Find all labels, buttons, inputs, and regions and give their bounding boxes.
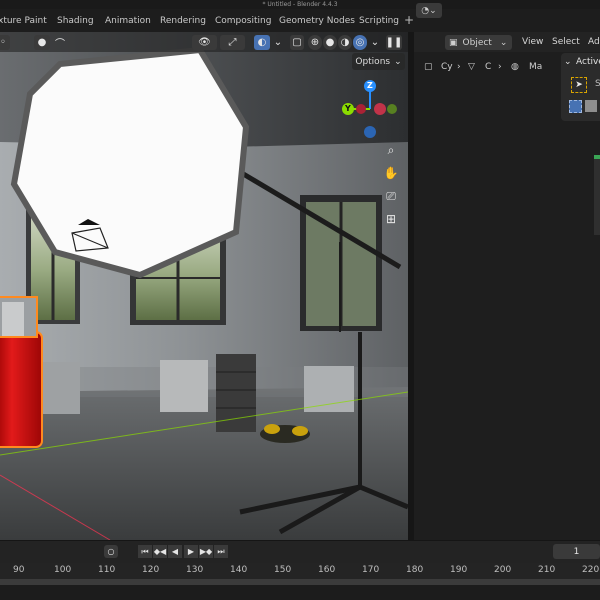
play-reverse-icon[interactable]: ◀ <box>168 545 182 558</box>
shading-material-icon[interactable]: ◑ <box>338 35 352 50</box>
object-mode-label: Object <box>462 37 492 48</box>
frame-tick: 170 <box>362 565 380 575</box>
tab-texture-paint[interactable]: xture Paint <box>0 16 47 26</box>
tab-animation[interactable]: Animation <box>105 16 151 26</box>
breadcrumb-scene[interactable]: Cy <box>441 62 453 72</box>
jump-end-icon[interactable]: ⏭ <box>214 545 228 558</box>
frame-tick: 210 <box>538 565 556 575</box>
chevron-right-icon: › <box>498 62 502 72</box>
gizmo-dropdown[interactable]: ⤢ <box>220 35 245 50</box>
workspace-tabs: xture Paint Shading Animation Rendering … <box>0 9 600 32</box>
collapse-icon[interactable]: ⌄ <box>564 57 572 67</box>
hand-icon[interactable]: ✋ <box>381 163 401 183</box>
title-bar: * Untitled - Blender 4.4.3 <box>0 0 600 9</box>
scene-icon: ▢ <box>424 62 433 72</box>
tab-compositing[interactable]: Compositing <box>215 16 271 26</box>
current-frame-field[interactable]: 1 <box>553 544 600 559</box>
shading-wireframe-icon[interactable]: ⊕ <box>308 35 322 50</box>
object-mode-dropdown[interactable]: ▣ Object ⌄ <box>445 35 512 50</box>
shading-solid-icon[interactable]: ● <box>323 35 337 50</box>
active-panel-title: Active <box>576 57 600 67</box>
options-label: Options <box>355 56 391 67</box>
object-data-icon: ▽ <box>468 62 475 72</box>
material-icon: ◍ <box>511 62 519 72</box>
overlay-dropdown-icon[interactable]: ⌄ <box>272 35 284 50</box>
chevron-down-icon: ⌄ <box>499 37 508 48</box>
frame-tick: 180 <box>406 565 424 575</box>
shading-dropdown-icon[interactable]: ⌄ <box>369 35 381 50</box>
play-icon[interactable]: ▶ <box>184 545 198 558</box>
tab-shading[interactable]: Shading <box>57 16 94 26</box>
camera-icon[interactable]: ⎚ <box>381 186 401 206</box>
select-tool-icon[interactable]: ➤ <box>571 77 587 93</box>
selection-mode-alt-icon[interactable] <box>585 100 597 112</box>
frame-tick: 130 <box>186 565 204 575</box>
editor-type-icon[interactable]: ◔⌄ <box>416 3 442 18</box>
active-tool-panel: ⌄ Active ➤ S <box>561 53 600 121</box>
frame-tick: 90 <box>13 565 25 575</box>
xray-icon[interactable]: ◦ <box>0 35 10 50</box>
frame-tick: 150 <box>274 565 292 575</box>
frame-tick: 100 <box>54 565 72 575</box>
visibility-dropdown[interactable]: 👁 <box>192 35 217 50</box>
window-title: * Untitled - Blender 4.4.3 <box>262 1 338 8</box>
chevron-right-icon: › <box>457 62 461 72</box>
tab-scripting[interactable]: Scripting <box>359 16 399 26</box>
shader-node[interactable] <box>594 155 600 235</box>
shading-rendered-icon[interactable]: ◎ <box>353 35 367 50</box>
options-dropdown[interactable]: Options ⌄ <box>352 53 405 70</box>
gizmo-z-label: Z <box>367 81 373 90</box>
timeline-scrollbar[interactable] <box>0 579 600 585</box>
breadcrumb-object[interactable]: C <box>485 62 491 72</box>
breadcrumb-material[interactable]: Ma <box>529 62 542 72</box>
frame-tick: 160 <box>318 565 336 575</box>
chevron-down-icon: ⌄ <box>394 56 402 67</box>
pause-render-icon[interactable]: ❚❚ <box>386 35 402 50</box>
frame-tick: 120 <box>142 565 160 575</box>
viewport-header: ◦ ● ⌒ 👁 ⤢ ◐ ⌄ ▢ ⊕ ● ◑ ◎ ⌄ ❚❚ <box>0 32 408 52</box>
timeline-track[interactable] <box>0 579 600 600</box>
gizmo-y-label: Y <box>345 104 351 113</box>
jump-start-icon[interactable]: ⏮ <box>138 545 152 558</box>
frame-tick: 190 <box>450 565 468 575</box>
menu-add[interactable]: Ad <box>588 37 600 47</box>
timeline-header <box>0 540 600 563</box>
falloff-icon[interactable]: ⌒ <box>52 35 68 50</box>
frame-tick: 200 <box>494 565 512 575</box>
frame-tick: 220 <box>582 565 600 575</box>
frame-tick: 110 <box>98 565 116 575</box>
object-icon: ▣ <box>449 37 458 48</box>
frame-tick: 140 <box>230 565 248 575</box>
proportional-edit-icon[interactable]: ● <box>34 35 50 50</box>
selection-mode-icon[interactable] <box>569 100 582 113</box>
prev-keyframe-icon[interactable]: ◆◀ <box>153 545 167 558</box>
next-keyframe-icon[interactable]: ▶◆ <box>199 545 213 558</box>
add-workspace-button[interactable]: + <box>404 13 414 27</box>
xray-toggle-icon[interactable]: ▢ <box>290 35 304 50</box>
zoom-icon[interactable]: ⌕ <box>381 140 401 160</box>
grid-icon[interactable]: ⊞ <box>381 209 401 229</box>
active-panel-item: S <box>595 79 600 89</box>
tab-geometry-nodes[interactable]: Geometry Nodes <box>279 16 355 26</box>
overlay-toggle-icon[interactable]: ◐ <box>254 35 270 50</box>
menu-view[interactable]: View <box>522 37 543 47</box>
tab-rendering[interactable]: Rendering <box>160 16 206 26</box>
auto-keying-icon[interactable]: ○ <box>104 545 118 558</box>
menu-select[interactable]: Select <box>552 37 580 47</box>
